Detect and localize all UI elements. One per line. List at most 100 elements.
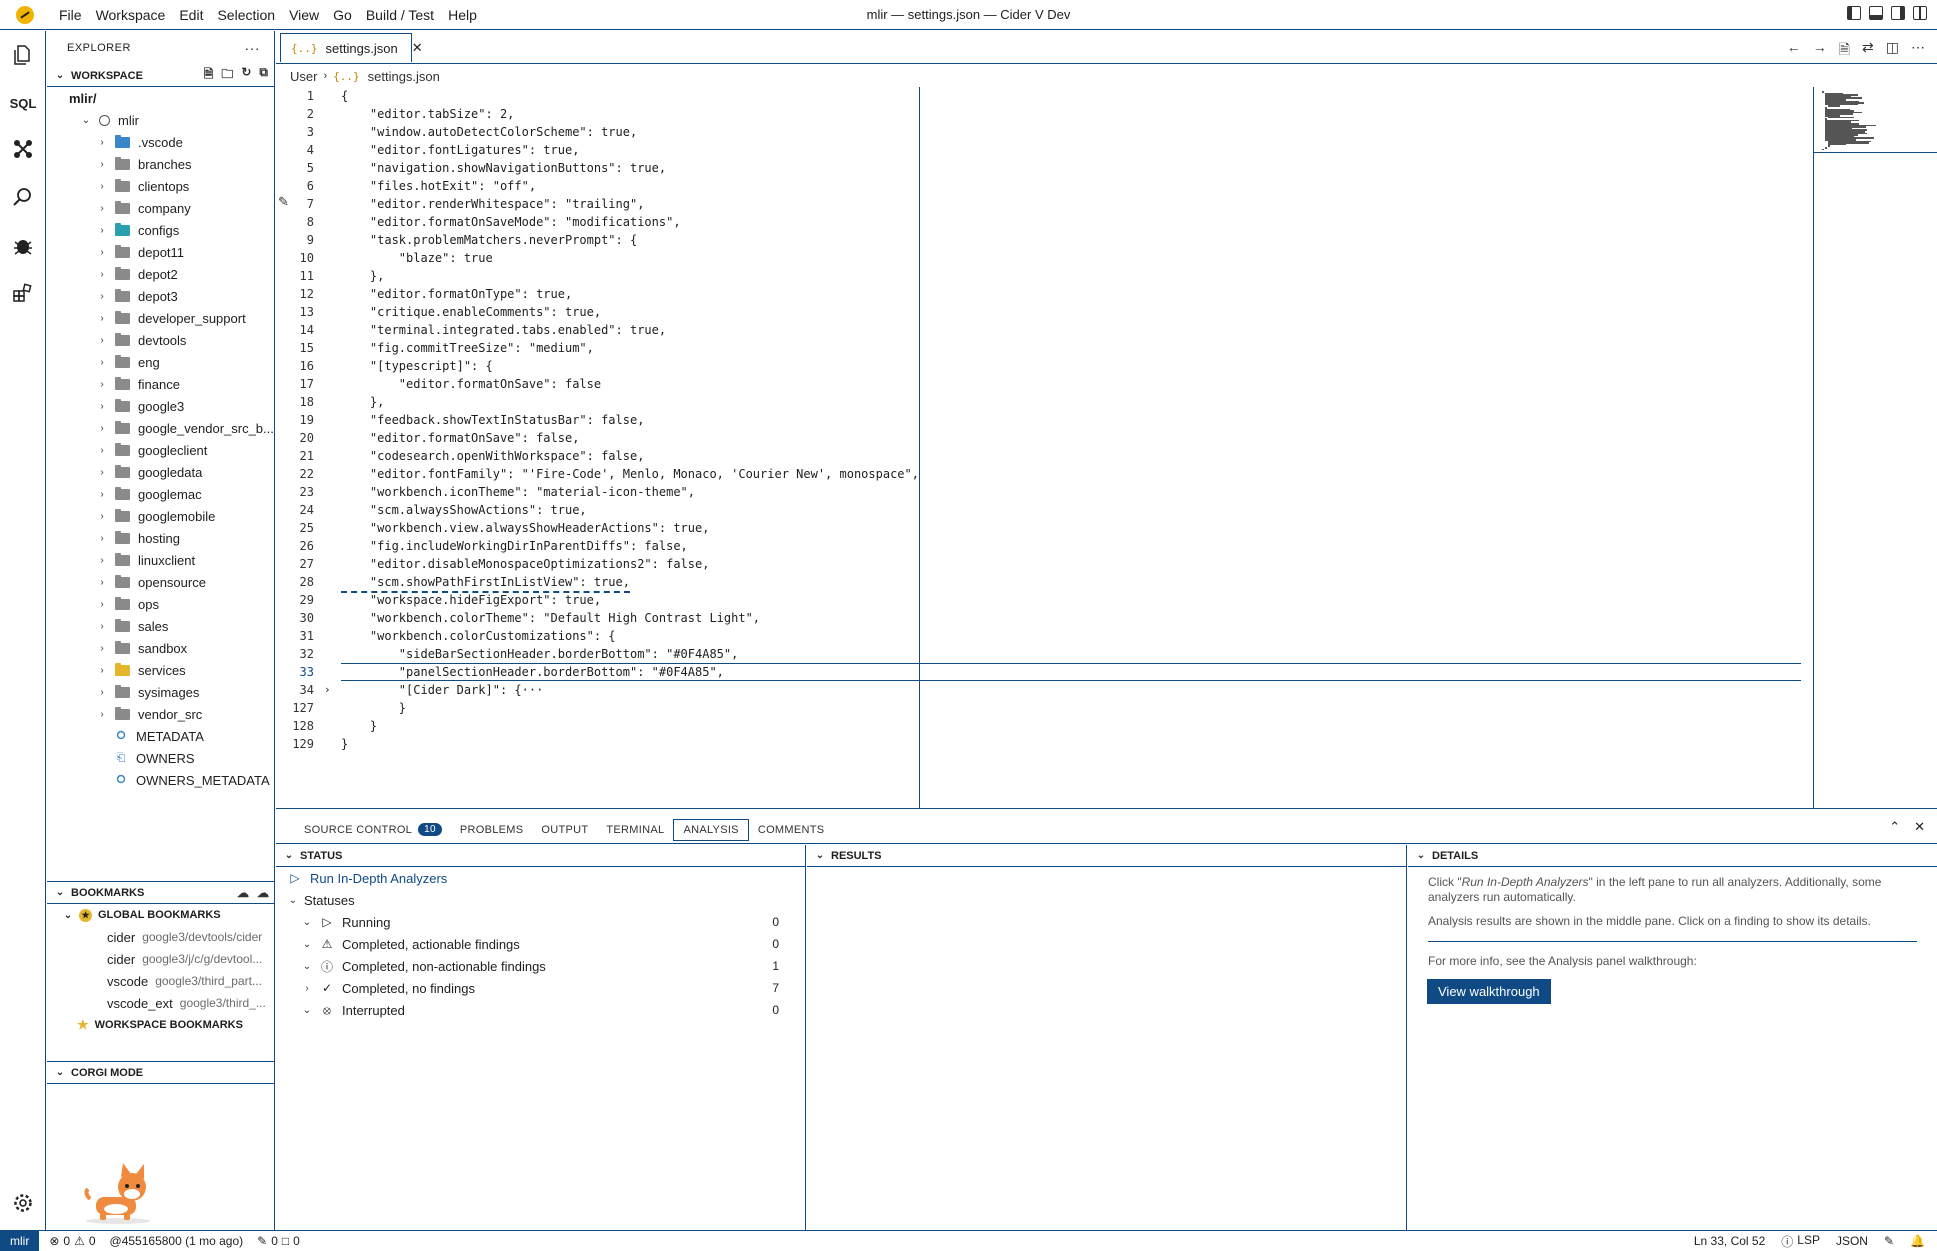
- go-back-icon[interactable]: ←: [1787, 39, 1801, 63]
- folder-row[interactable]: › ops: [47, 593, 274, 615]
- folder-row[interactable]: › opensource: [47, 571, 274, 593]
- split-editor-icon[interactable]: ◫: [1886, 39, 1899, 63]
- code-line[interactable]: 17 "editor.formatOnSave": false: [276, 375, 1776, 393]
- menu-help[interactable]: Help: [441, 7, 484, 23]
- bookmark-row[interactable]: cider google3/devtools/cider: [47, 926, 274, 948]
- folder-row[interactable]: › googlemobile: [47, 505, 274, 527]
- folder-row[interactable]: › google3: [47, 395, 274, 417]
- close-tab-icon[interactable]: ✕: [412, 40, 423, 56]
- settings-gear-icon[interactable]: [11, 1191, 35, 1215]
- panel-tab-comments[interactable]: COMMENTS: [749, 820, 834, 840]
- commit-indicator[interactable]: @455165800 (1 mo ago): [110, 1234, 244, 1248]
- code-line[interactable]: 21 "codesearch.openWithWorkspace": false…: [276, 447, 1776, 465]
- debug-bug-icon[interactable]: [11, 233, 35, 257]
- bookmarks-section-header[interactable]: ⌄ BOOKMARKS ☁ ☁: [47, 882, 274, 904]
- folder-row[interactable]: › sandbox: [47, 637, 274, 659]
- folder-row[interactable]: › configs: [47, 219, 274, 241]
- status-row[interactable]: ⌄ ⓘ Completed, non-actionable findings 1: [276, 955, 805, 977]
- explorer-more-actions-icon[interactable]: ···: [245, 40, 261, 56]
- folder-row[interactable]: › linuxclient: [47, 549, 274, 571]
- corgi-section-header[interactable]: ⌄ CORGI MODE: [47, 1062, 274, 1084]
- edits-indicator[interactable]: ✎ 0 □ 0: [257, 1234, 300, 1248]
- details-pane-header[interactable]: ⌄ DETAILS: [1408, 845, 1937, 867]
- lsp-indicator[interactable]: ⓘ LSP: [1781, 1233, 1820, 1250]
- cloud-download-icon[interactable]: ☁: [237, 886, 249, 900]
- code-line[interactable]: 16 "[typescript]": {: [276, 357, 1776, 375]
- menu-edit[interactable]: Edit: [172, 7, 210, 23]
- code-line[interactable]: 6 "files.hotExit": "off",: [276, 177, 1776, 195]
- collapse-all-icon[interactable]: ⧉: [259, 65, 268, 86]
- menu-workspace[interactable]: Workspace: [89, 7, 173, 23]
- code-line[interactable]: 25 "workbench.view.alwaysShowHeaderActio…: [276, 519, 1776, 537]
- folder-row[interactable]: › eng: [47, 351, 274, 373]
- menu-file[interactable]: File: [52, 7, 89, 23]
- file-row[interactable]: ⭘ METADATA: [47, 725, 274, 747]
- status-row[interactable]: › ✓ Completed, no findings 7: [276, 977, 805, 999]
- close-panel-icon[interactable]: ✕: [1914, 819, 1925, 835]
- folder-row[interactable]: › googlemac: [47, 483, 274, 505]
- folder-row[interactable]: › depot3: [47, 285, 274, 307]
- remote-indicator[interactable]: mlir: [0, 1231, 40, 1251]
- folder-row[interactable]: › depot11: [47, 241, 274, 263]
- language-mode[interactable]: JSON: [1836, 1234, 1868, 1248]
- run-analyzers-link[interactable]: ▷ Run In-Depth Analyzers: [276, 867, 805, 889]
- folder-row[interactable]: › vendor_src: [47, 703, 274, 725]
- folder-row[interactable]: › branches: [47, 153, 274, 175]
- code-line[interactable]: 23 "workbench.iconTheme": "material-icon…: [276, 483, 1776, 501]
- search-icon[interactable]: [11, 185, 35, 209]
- panel-tab-analysis[interactable]: ANALYSIS: [673, 818, 749, 841]
- breadcrumb-settings-json[interactable]: settings.json: [368, 69, 440, 84]
- code-line[interactable]: 19 "feedback.showTextInStatusBar": false…: [276, 411, 1776, 429]
- code-line[interactable]: 30 "workbench.colorTheme": "Default High…: [276, 609, 1776, 627]
- status-row[interactable]: ⌄ ▷ Running 0: [276, 911, 805, 933]
- folder-row[interactable]: › services: [47, 659, 274, 681]
- code-line[interactable]: 12 "editor.formatOnType": true,: [276, 285, 1776, 303]
- folder-row[interactable]: › hosting: [47, 527, 274, 549]
- global-bookmarks-row[interactable]: ⌄ ★ GLOBAL BOOKMARKS: [47, 904, 274, 926]
- status-row[interactable]: ⌄ ⦻ Interrupted 0: [276, 999, 805, 1021]
- code-line[interactable]: 128 }: [276, 717, 1776, 735]
- code-line[interactable]: 33 "panelSectionHeader.borderBottom": "#…: [276, 663, 1776, 681]
- notifications-bell-icon[interactable]: 🔔: [1910, 1234, 1925, 1248]
- panel-tab-source-control[interactable]: SOURCE CONTROL 10: [295, 819, 451, 840]
- maximize-panel-icon[interactable]: ⌃: [1889, 819, 1900, 835]
- workspace-root[interactable]: mlir/: [47, 87, 274, 109]
- tab-settings-json[interactable]: {..} settings.json ✕: [280, 33, 423, 62]
- extensions-icon[interactable]: [11, 281, 35, 305]
- customize-layout-icon[interactable]: [1913, 6, 1927, 20]
- more-actions-icon[interactable]: ⋯: [1911, 39, 1925, 63]
- menu-go[interactable]: Go: [326, 7, 359, 23]
- workspace-section-header[interactable]: ⌄ WORKSPACE 🗎 🗀 ↻ ⧉: [47, 65, 274, 87]
- sql-icon[interactable]: SQL: [10, 91, 37, 115]
- code-line[interactable]: 26 "fig.includeWorkingDirInParentDiffs":…: [276, 537, 1776, 555]
- cursor-position[interactable]: Ln 33, Col 52: [1694, 1234, 1765, 1248]
- folder-row[interactable]: › company: [47, 197, 274, 219]
- code-line[interactable]: 7 "editor.renderWhitespace": "trailing",: [276, 195, 1776, 213]
- new-folder-icon[interactable]: 🗀: [221, 65, 233, 86]
- file-row[interactable]: ⎗ OWNERS: [47, 747, 274, 769]
- toggle-panel-icon[interactable]: [1869, 6, 1883, 20]
- panel-tab-problems[interactable]: PROBLEMS: [451, 820, 533, 840]
- bookmark-row[interactable]: cider google3/j/c/g/devtool...: [47, 948, 274, 970]
- corgi-mascot-icon[interactable]: [78, 1163, 158, 1225]
- code-line[interactable]: 31 "workbench.colorCustomizations": {: [276, 627, 1776, 645]
- code-line[interactable]: 3 "window.autoDetectColorScheme": true,: [276, 123, 1776, 141]
- code-line[interactable]: 27 "editor.disableMonospaceOptimizations…: [276, 555, 1776, 573]
- menu-build-test[interactable]: Build / Test: [359, 7, 441, 23]
- folder-row[interactable]: › finance: [47, 373, 274, 395]
- code-line[interactable]: 1{: [276, 87, 1776, 105]
- panel-tab-terminal[interactable]: TERMINAL: [597, 820, 673, 840]
- code-line[interactable]: 18 },: [276, 393, 1776, 411]
- code-line[interactable]: 129}: [276, 735, 1776, 753]
- code-line[interactable]: 13 "critique.enableComments": true,: [276, 303, 1776, 321]
- folder-row[interactable]: › .vscode: [47, 131, 274, 153]
- code-line[interactable]: 29 "workspace.hideFigExport": true,: [276, 591, 1776, 609]
- repo-row[interactable]: ⌄ mlir: [47, 109, 274, 131]
- code-line[interactable]: 4 "editor.fontLigatures": true,: [276, 141, 1776, 159]
- code-line[interactable]: 34 › "[Cider Dark]": {···: [276, 681, 1776, 699]
- folder-row[interactable]: › sales: [47, 615, 274, 637]
- feedback-icon[interactable]: ✎: [1884, 1234, 1894, 1248]
- fold-chevron-icon[interactable]: ›: [324, 681, 331, 699]
- toggle-primary-sidebar-icon[interactable]: [1847, 6, 1861, 20]
- problems-indicator[interactable]: ⊗ 0 ⚠ 0: [49, 1234, 95, 1248]
